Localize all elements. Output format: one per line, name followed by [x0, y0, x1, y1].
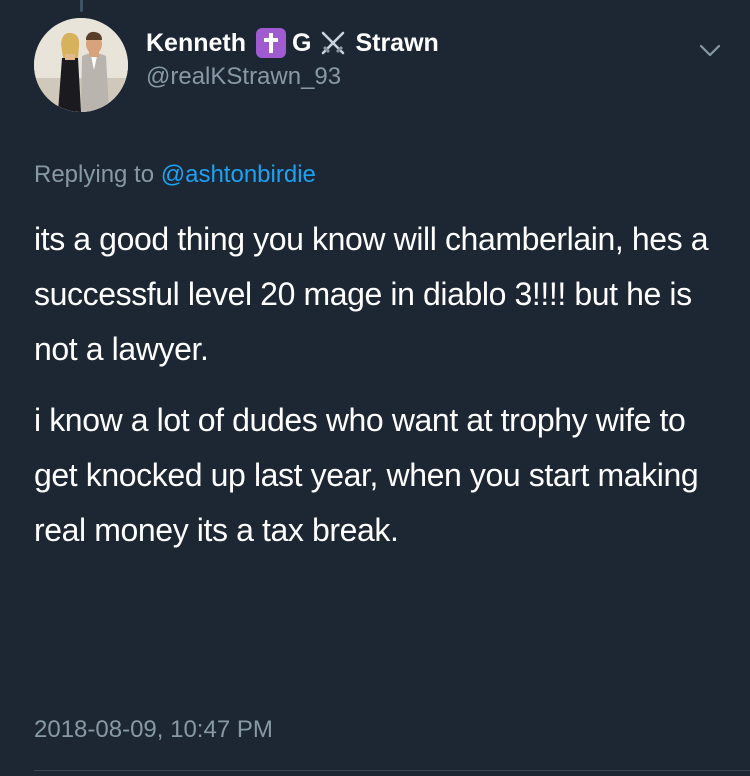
tweet-paragraph-1: its a good thing you know will chamberla…	[34, 221, 709, 367]
divider	[34, 770, 750, 771]
chevron-down-icon[interactable]	[696, 36, 724, 64]
display-name-first: Kenneth	[146, 29, 246, 57]
replying-to-label: Replying to	[34, 161, 155, 188]
user-handle[interactable]: @realKStrawn_93	[146, 60, 439, 94]
display-name-last: Strawn	[355, 29, 439, 57]
thread-connector-line	[80, 0, 83, 12]
avatar[interactable]	[34, 18, 128, 112]
tweet-header: Kenneth G Strawn @realKStrawn_93	[34, 18, 730, 114]
display-name-middle: G	[292, 29, 312, 57]
replying-to-line: Replying to @ashtonbirdie	[34, 158, 316, 192]
tweet-paragraph-2: i know a lot of dudes who want at trophy…	[34, 402, 699, 548]
reply-mention-link[interactable]: @ashtonbirdie	[161, 161, 316, 188]
avatar-photo	[34, 18, 128, 112]
latin-cross-icon	[256, 28, 286, 58]
tweet-text: its a good thing you know will chamberla…	[34, 212, 734, 558]
crossed-swords-icon	[317, 27, 349, 59]
display-name[interactable]: Kenneth G Strawn	[146, 26, 439, 60]
user-info: Kenneth G Strawn @realKStrawn_93	[146, 26, 439, 94]
tweet-timestamp[interactable]: 2018-08-09, 10:47 PM	[34, 713, 273, 747]
